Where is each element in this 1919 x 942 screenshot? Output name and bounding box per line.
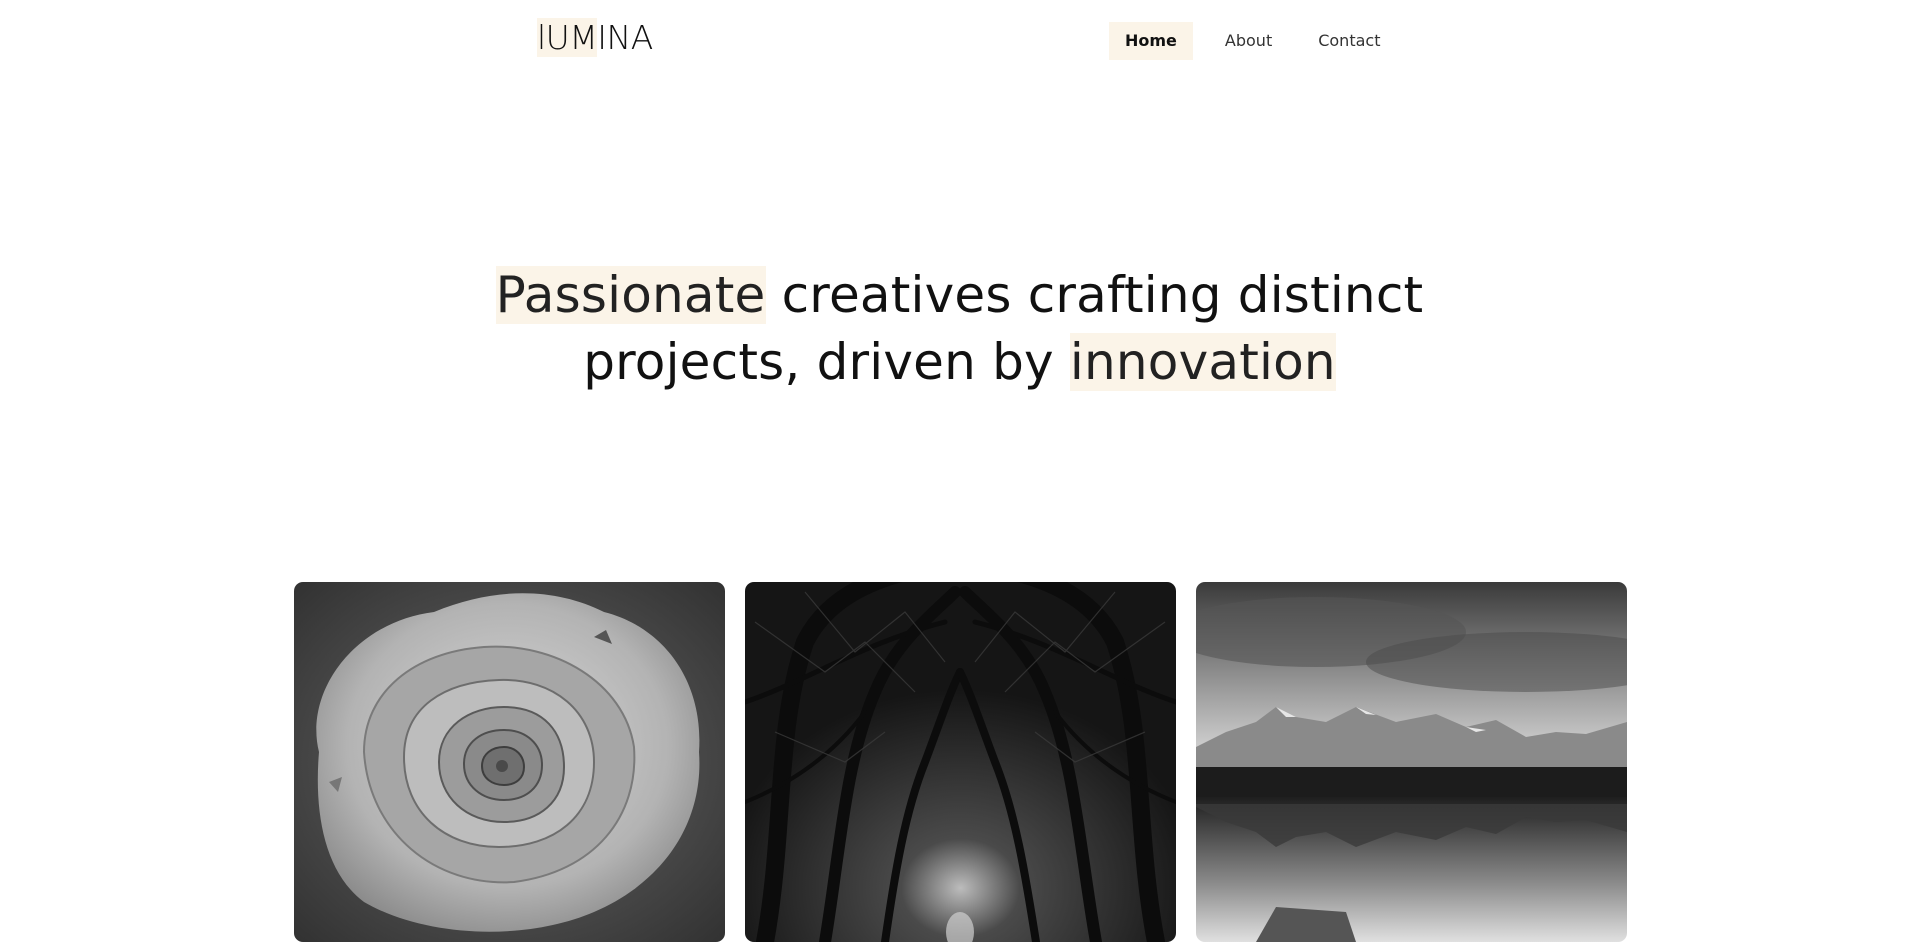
mountain-lake-photo-image — [1196, 582, 1627, 942]
main-nav: Home About Contact — [1109, 22, 1396, 60]
logo-highlight: lUM — [537, 18, 598, 57]
hero-headline-line-2: projects, driven by innovation — [0, 329, 1919, 396]
site-header: lUMINA Home About Contact — [0, 0, 1919, 82]
gallery-card-rose[interactable] — [294, 582, 725, 942]
hero-section: Passionate creatives crafting distinct p… — [0, 262, 1919, 396]
portfolio-gallery — [294, 582, 1627, 942]
logo-rest: INA — [597, 18, 653, 57]
hero-line-2-plain: projects, driven by — [583, 333, 1070, 391]
nav-contact-link[interactable]: Contact — [1302, 22, 1396, 60]
hero-line-1-rest: creatives crafting distinct — [765, 266, 1424, 324]
hero-headline-line-1: Passionate creatives crafting distinct — [0, 262, 1919, 329]
gallery-card-trees[interactable] — [745, 582, 1176, 942]
nav-about-link[interactable]: About — [1209, 22, 1288, 60]
rose-photo-image — [294, 582, 725, 942]
nav-home-link[interactable]: Home — [1109, 22, 1193, 60]
hero-highlight-innovation: innovation — [1069, 333, 1336, 391]
gallery-card-mountains[interactable] — [1196, 582, 1627, 942]
hero-highlight-passionate: Passionate — [495, 266, 766, 324]
tree-tunnel-photo-image — [745, 582, 1176, 942]
site-logo[interactable]: lUMINA — [537, 18, 653, 57]
